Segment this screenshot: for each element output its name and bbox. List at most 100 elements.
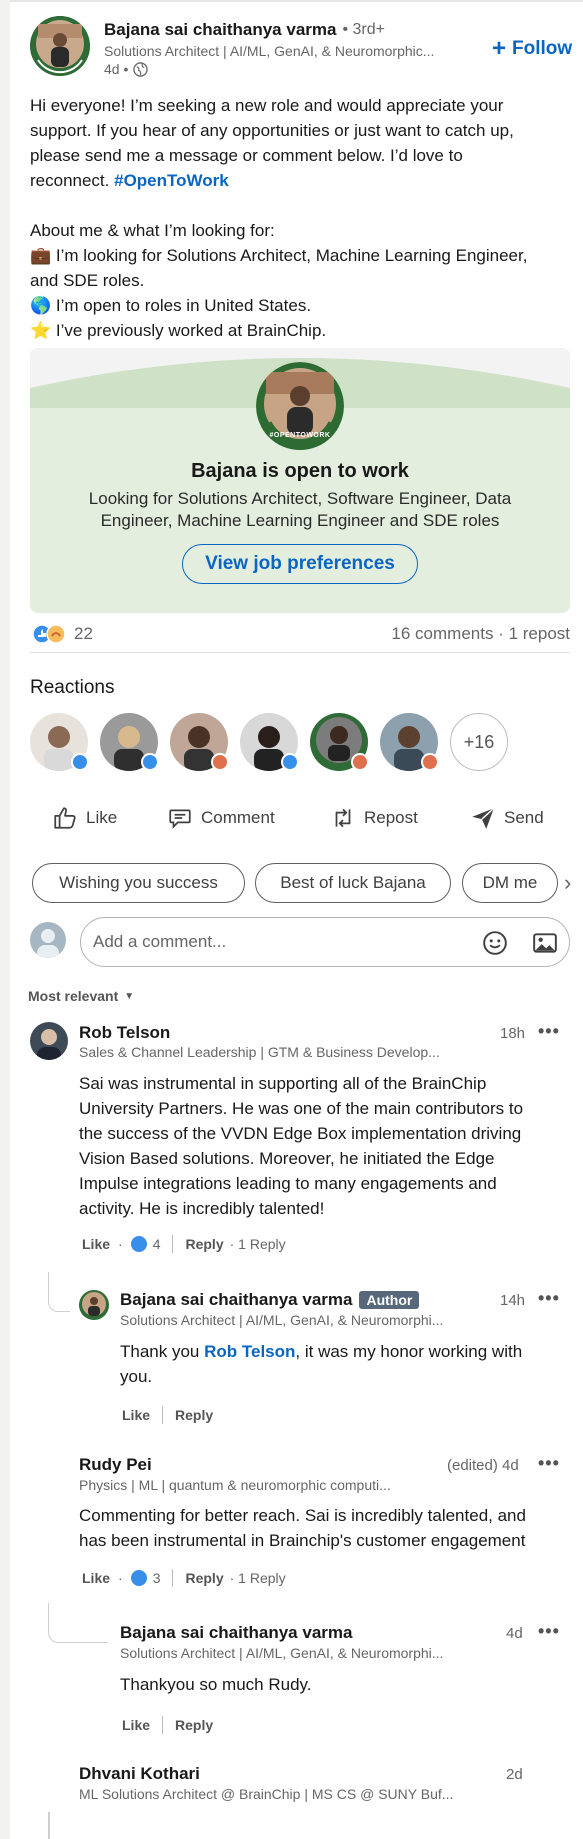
author-headline: Solutions Architect | AI/ML, GenAI, & Ne…: [104, 43, 435, 59]
about-line: I’ve previously worked at BrainChip.: [55, 321, 327, 340]
celebrate-reaction-icon: [421, 753, 439, 771]
post-time-text: 4d •: [104, 61, 129, 77]
comment-like-button[interactable]: Like: [82, 1570, 110, 1586]
more-reactors-button[interactable]: +16: [450, 713, 508, 771]
replier-headline: Solutions Architect | AI/ML, GenAI, & Ne…: [120, 1312, 444, 1328]
comment-button[interactable]: Comment: [167, 805, 275, 831]
replier-avatar[interactable]: [79, 1290, 109, 1320]
send-button[interactable]: Send: [470, 805, 544, 831]
suggestion-chip[interactable]: Wishing you success: [32, 863, 245, 903]
comment-icon: [169, 809, 191, 829]
thread-line: [48, 1272, 70, 1312]
comment-line: Vision Based solutions. Moreover, he ini…: [79, 1149, 495, 1168]
comment-reply-button[interactable]: Reply: [185, 1570, 223, 1586]
reply-time: 4d: [506, 1625, 523, 1642]
reply-count[interactable]: · 1 Reply: [230, 1570, 286, 1586]
reply-text: Thank you Rob Telson, it was my honor wo…: [120, 1339, 560, 1389]
reply-actions: Like Reply: [122, 1716, 213, 1734]
author-name[interactable]: Bajana sai chaithanya varma: [104, 20, 336, 40]
comment-placeholder: Add a comment...: [93, 932, 227, 951]
reply-reply-button[interactable]: Reply: [175, 1717, 213, 1733]
chevron-right-icon[interactable]: ›: [564, 870, 571, 896]
connection-degree: • 3rd+: [342, 21, 385, 38]
reply-count[interactable]: · 1 Reply: [230, 1236, 286, 1252]
star-icon: ⭐: [30, 321, 52, 340]
like-button[interactable]: Like: [52, 805, 117, 831]
comment-time: (edited) 4d: [447, 1457, 519, 1474]
author-line: Bajana sai chaithanya varma • 3rd+: [104, 19, 385, 41]
replier-name[interactable]: Bajana sai chaithanya varma: [120, 1290, 352, 1310]
commenter-headline: Physics | ML | quantum & neuromorphic co…: [79, 1477, 391, 1493]
repost-button[interactable]: Repost: [330, 805, 418, 831]
about-line: I’m open to roles in United States.: [55, 296, 312, 315]
comment-actions: Like · 3 Reply · 1 Reply: [82, 1569, 286, 1587]
comment-line: activity. He is incredibly talented!: [79, 1199, 325, 1218]
more-options-icon[interactable]: •••: [538, 1288, 560, 1309]
comment-time: 18h: [500, 1025, 526, 1042]
more-options-icon[interactable]: •••: [538, 1453, 560, 1474]
commenter-name[interactable]: Dhvani Kothari: [79, 1764, 200, 1784]
replier-name[interactable]: Bajana sai chaithanya varma: [120, 1623, 352, 1643]
like-reaction-icon: [141, 753, 159, 771]
otw-description: Looking for Solutions Architect, Softwar…: [30, 488, 570, 532]
comment-input[interactable]: Add a comment...: [80, 917, 570, 967]
celebrate-reaction-icon: [211, 753, 229, 771]
more-options-icon[interactable]: •••: [538, 1621, 560, 1642]
reaction-icons: [32, 624, 66, 644]
suggestion-chip[interactable]: DM me: [462, 863, 558, 903]
view-job-preferences-button[interactable]: View job preferences: [182, 544, 418, 584]
comments-reposts-count[interactable]: 16 comments · 1 repost: [391, 624, 570, 644]
commenter-headline: ML Solutions Architect @ BrainChip | MS …: [79, 1786, 454, 1802]
sort-label: Most relevant: [28, 988, 119, 1004]
post-body-line: support. If you hear of any opportunitie…: [30, 121, 514, 140]
comment-text: Sai was instrumental in supporting all o…: [79, 1071, 559, 1221]
post-time: 4d •: [104, 61, 149, 77]
commenter-avatar[interactable]: [30, 1022, 68, 1060]
emoji-icon[interactable]: [482, 930, 508, 956]
comment-line: the success of the VVDN Edge Box impleme…: [79, 1124, 522, 1143]
divider: [30, 652, 570, 653]
commenter-name[interactable]: Rob Telson: [79, 1023, 170, 1043]
about-line: and SDE roles.: [30, 271, 145, 290]
about-line: I’m looking for Solutions Architect, Mac…: [55, 246, 528, 265]
reply-like-button[interactable]: Like: [122, 1717, 150, 1733]
hashtag-link[interactable]: #OpenToWork: [114, 171, 229, 190]
reply-reply-button[interactable]: Reply: [175, 1407, 213, 1423]
open-to-work-card[interactable]: #OPENTOWORK Bajana is open to work Looki…: [30, 348, 570, 613]
reply-like-button[interactable]: Like: [122, 1407, 150, 1423]
comment-line: Commenting for better reach. Sai is incr…: [79, 1506, 526, 1525]
suggestion-chip[interactable]: Best of luck Bajana: [255, 863, 451, 903]
mention-link[interactable]: Rob Telson: [204, 1342, 295, 1361]
comment-line: University Partners. He was one of the m…: [79, 1099, 524, 1118]
send-label: Send: [504, 808, 544, 827]
image-icon[interactable]: [532, 930, 558, 956]
post-body-line: reconnect.: [30, 171, 110, 190]
plus-icon: +: [492, 35, 507, 62]
otw-desc-line: Engineer, Machine Learning Engineer and …: [100, 511, 500, 530]
globe-icon: [133, 61, 149, 77]
commenter-name[interactable]: Rudy Pei: [79, 1455, 152, 1475]
like-reaction-icon: [281, 753, 299, 771]
repost-label: Repost: [364, 808, 418, 827]
comment-like-button[interactable]: Like: [82, 1236, 110, 1252]
reaction-summary[interactable]: 22: [32, 622, 93, 646]
sort-dropdown[interactable]: Most relevant ▼: [28, 988, 134, 1004]
comment-label: Comment: [201, 808, 275, 827]
comment-like-count[interactable]: 4: [153, 1236, 161, 1252]
reaction-count: 22: [74, 624, 93, 643]
follow-label: Follow: [512, 38, 573, 59]
author-avatar[interactable]: [30, 16, 90, 76]
otw-desc-line: Looking for Solutions Architect, Softwar…: [88, 489, 512, 508]
comment-reply-button[interactable]: Reply: [185, 1236, 223, 1252]
comment-like-count[interactable]: 3: [153, 1570, 161, 1586]
commenter-headline: Sales & Channel Leadership | GTM & Busin…: [79, 1044, 440, 1060]
reply-time: 14h: [500, 1292, 526, 1309]
thumbs-up-icon: [54, 807, 76, 829]
reactions-title: Reactions: [30, 677, 115, 698]
page-gutter: [0, 0, 10, 1839]
more-options-icon[interactable]: •••: [538, 1021, 560, 1042]
reply-text: Thankyou so much Rudy.: [120, 1675, 312, 1694]
celebrate-reaction-icon: [351, 753, 369, 771]
post-body: Hi everyone! I’m seeking a new role and …: [30, 93, 570, 343]
follow-button[interactable]: + Follow: [492, 35, 573, 62]
